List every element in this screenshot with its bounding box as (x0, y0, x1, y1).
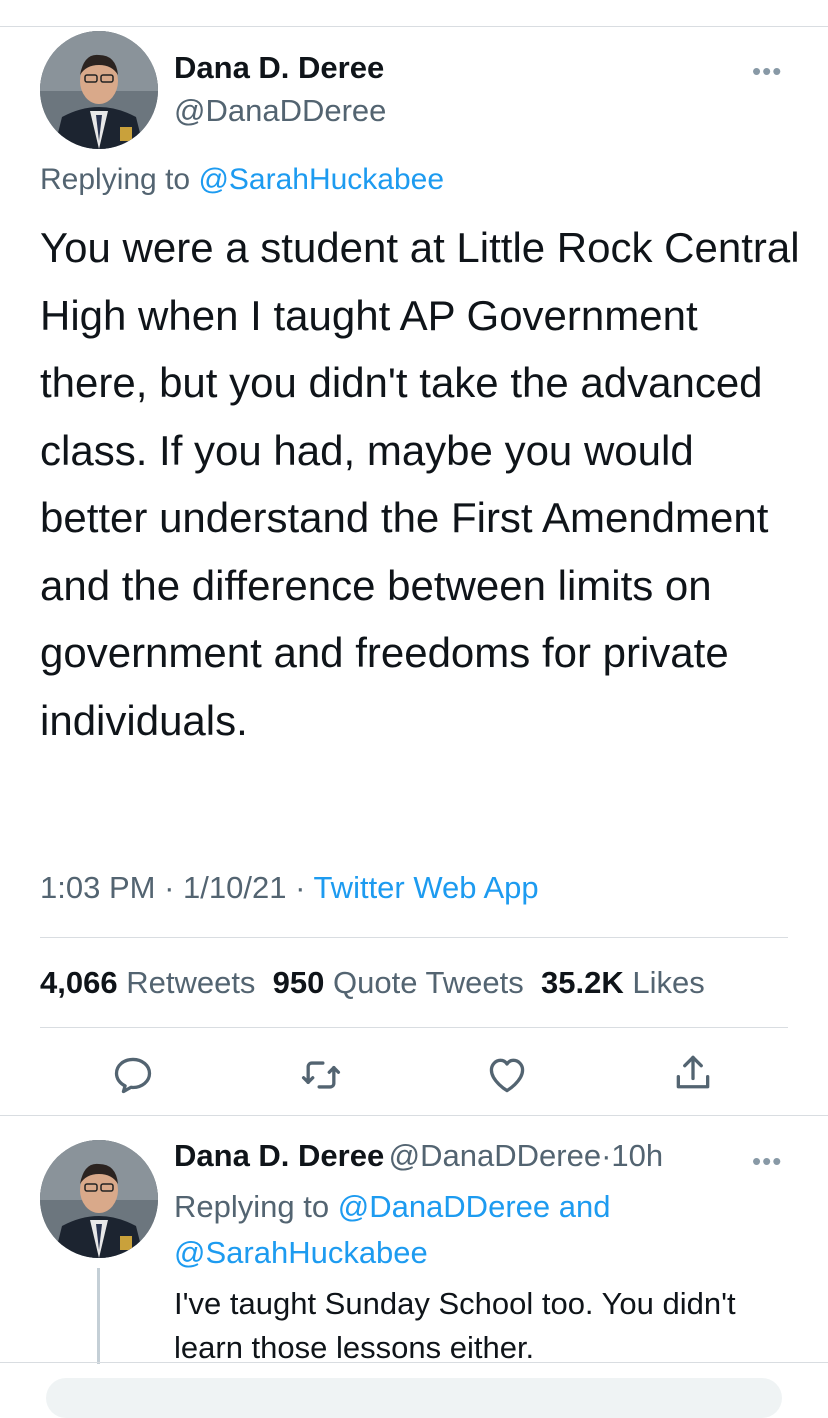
like-icon[interactable] (485, 1053, 529, 1097)
stats-divider (40, 1027, 788, 1028)
tweet-date: 1/10/21 (183, 870, 287, 905)
author-avatar[interactable] (40, 31, 158, 149)
reply-author-handle[interactable]: @DanaDDeree (389, 1138, 601, 1173)
reply-author-name[interactable]: Dana D. Deree (174, 1138, 384, 1173)
reply-icon[interactable] (111, 1053, 155, 1097)
replying-to-link[interactable]: @SarahHuckabee (198, 163, 444, 196)
replying-to-label: Replying to (40, 163, 191, 196)
reply-compose-bar[interactable] (46, 1378, 782, 1418)
reply-replying-to-link-1[interactable]: @DanaDDeree (338, 1189, 550, 1224)
reply-author-avatar[interactable] (40, 1140, 158, 1258)
top-divider (0, 26, 828, 27)
reply-replying-to-line: Replying to @DanaDDeree and @SarahHuckab… (174, 1189, 611, 1270)
author-name[interactable]: Dana D. Deree (174, 50, 384, 86)
tweet-source[interactable]: Twitter Web App (313, 870, 538, 905)
tweet-meta: 1:03 PM · 1/10/21 · Twitter Web App (40, 870, 539, 905)
reply-more-options-icon[interactable]: ••• (752, 1146, 782, 1177)
likes-stat[interactable]: 35.2K Likes (541, 965, 705, 1000)
reply-replying-to-link-2[interactable]: @SarahHuckabee (174, 1235, 428, 1270)
share-icon[interactable] (671, 1051, 715, 1095)
tweet-bottom-divider (0, 1115, 828, 1116)
more-options-icon[interactable]: ••• (752, 56, 782, 87)
meta-divider (40, 937, 788, 938)
reply-age: 10h (611, 1138, 664, 1173)
retweets-stat[interactable]: 4,066 Retweets (40, 965, 255, 1000)
tweet-text: You were a student at Little Rock Centra… (40, 224, 800, 744)
replying-to-line: Replying to @SarahHuckabee (40, 163, 444, 197)
tweet-time: 1:03 PM (40, 870, 156, 905)
tweet-stats: 4,066 Retweets 950 Quote Tweets 35.2K Li… (40, 965, 705, 1001)
reply-text: I've taught Sunday School too. You didn'… (174, 1286, 736, 1365)
retweet-icon[interactable] (299, 1053, 343, 1097)
quote-tweets-stat[interactable]: 950 Quote Tweets (273, 965, 524, 1000)
reply-header: Dana D. Deree @DanaDDeree·10h (174, 1138, 664, 1173)
thread-line (97, 1268, 100, 1364)
author-handle[interactable]: @DanaDDeree (174, 93, 386, 129)
reply-bottom-divider (0, 1362, 828, 1363)
